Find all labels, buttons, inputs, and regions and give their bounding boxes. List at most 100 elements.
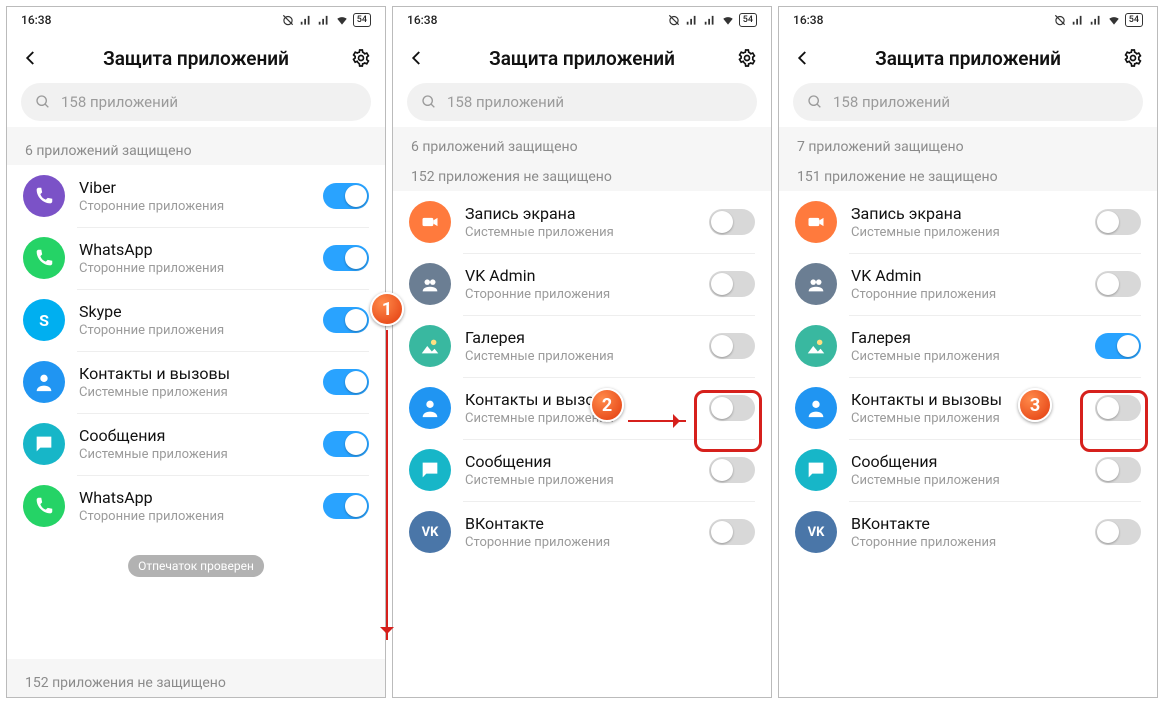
page-title: Защита приложений — [51, 47, 341, 70]
app-name: Skype — [79, 302, 309, 321]
contacts-icon — [795, 387, 837, 429]
battery-icon: 54 — [353, 13, 371, 27]
toggle-whatsapp[interactable] — [323, 245, 369, 271]
app-row-screenrec[interactable]: Запись экрана Системные приложения — [393, 191, 771, 253]
wifi-icon — [1107, 13, 1121, 27]
arrow-right — [628, 420, 686, 422]
toggle-screenrec[interactable] — [1095, 209, 1141, 235]
app-list[interactable]: Viber Сторонние приложения WhatsApp Стор… — [7, 165, 385, 659]
app-name: Галерея — [465, 328, 695, 347]
wifi-icon — [721, 13, 735, 27]
app-category: Сторонние приложения — [79, 323, 309, 338]
search-placeholder: 158 приложений — [447, 93, 564, 111]
toggle-viber[interactable] — [323, 183, 369, 209]
whatsapp-icon — [23, 485, 65, 527]
wifi-icon — [335, 13, 349, 27]
app-name: Галерея — [851, 328, 1081, 347]
app-category: Системные приложения — [465, 225, 695, 240]
app-category: Сторонние приложения — [465, 287, 695, 302]
search-input[interactable]: 158 приложений — [793, 83, 1143, 121]
app-category: Сторонние приложения — [851, 287, 1081, 302]
vkadmin-icon — [409, 263, 451, 305]
status-bar: 16:38 54 — [7, 7, 385, 33]
app-row-contacts[interactable]: Контакты и вызовы Системные приложения — [7, 351, 385, 413]
app-name: VK Admin — [465, 266, 695, 285]
settings-button[interactable] — [347, 48, 375, 68]
section-protected: 6 приложений защищено — [7, 127, 385, 165]
camera-icon — [409, 201, 451, 243]
toggle-vk[interactable] — [1095, 519, 1141, 545]
back-button[interactable] — [789, 49, 817, 67]
alarm-off-icon — [1053, 13, 1067, 27]
toggle-gallery[interactable] — [709, 333, 755, 359]
vk-icon: VK — [409, 511, 451, 553]
toggle-messages[interactable] — [323, 431, 369, 457]
page-title: Защита приложений — [823, 47, 1113, 70]
toggle-messages[interactable] — [1095, 457, 1141, 483]
toggle-messages[interactable] — [709, 457, 755, 483]
screen-2: 16:38 54 Защита приложений 158 приложени… — [392, 6, 772, 698]
gear-icon — [737, 48, 757, 68]
search-input[interactable]: 158 приложений — [21, 83, 371, 121]
settings-button[interactable] — [733, 48, 761, 68]
app-name: VK Admin — [851, 266, 1081, 285]
app-category: Сторонние приложения — [851, 535, 1081, 550]
app-row-screenrec[interactable]: Запись экрана Системные приложения — [779, 191, 1157, 253]
gear-icon — [1123, 48, 1143, 68]
search-placeholder: 158 приложений — [833, 93, 950, 111]
step-badge-2: 2 — [590, 388, 624, 422]
app-category: Сторонние приложения — [79, 261, 309, 276]
app-name: ВКонтакте — [465, 514, 695, 533]
section-unprotected: 152 приложения не защищено — [7, 659, 385, 697]
app-name: WhatsApp — [79, 488, 309, 507]
signal-icon — [299, 13, 313, 27]
toggle-skype[interactable] — [323, 307, 369, 333]
screen-3: 16:38 54 Защита приложений 158 приложени… — [778, 6, 1158, 698]
toggle-whatsapp-2[interactable] — [323, 493, 369, 519]
contacts-icon — [23, 361, 65, 403]
step-badge-3: 3 — [1018, 388, 1052, 422]
app-row-whatsapp[interactable]: WhatsApp Сторонние приложения — [7, 227, 385, 289]
toggle-gallery[interactable] — [1095, 333, 1141, 359]
toggle-screenrec[interactable] — [709, 209, 755, 235]
header: Защита приложений — [7, 33, 385, 83]
header: Защита приложений — [393, 33, 771, 83]
gallery-icon — [409, 325, 451, 367]
arrow-down — [386, 330, 388, 640]
toggle-vk[interactable] — [709, 519, 755, 545]
app-row-gallery[interactable]: Галерея Системные приложения — [779, 315, 1157, 377]
back-button[interactable] — [403, 49, 431, 67]
screen-1: 16:38 54 Защита приложений 158 приложени… — [6, 6, 386, 698]
highlight-toggle-3 — [1080, 390, 1148, 452]
messages-icon — [795, 449, 837, 491]
back-button[interactable] — [17, 49, 45, 67]
toggle-contacts[interactable] — [323, 369, 369, 395]
signal-icon — [1089, 13, 1103, 27]
section-protected: 7 приложений защищено — [779, 127, 1157, 159]
app-row-messages[interactable]: Сообщения Системные приложения — [7, 413, 385, 475]
app-row-whatsapp-2[interactable]: WhatsApp Сторонние приложения — [7, 475, 385, 537]
app-name: ВКонтакте — [851, 514, 1081, 533]
app-row-vkadmin[interactable]: VK Admin Сторонние приложения — [393, 253, 771, 315]
app-row-vk[interactable]: VK ВКонтакте Сторонние приложения — [779, 501, 1157, 563]
app-name: Viber — [79, 178, 309, 197]
app-row-skype[interactable]: S Skype Сторонние приложения — [7, 289, 385, 351]
camera-icon — [795, 201, 837, 243]
settings-button[interactable] — [1119, 48, 1147, 68]
app-category: Системные приложения — [465, 349, 695, 364]
app-row-vk[interactable]: VK ВКонтакте Сторонние приложения — [393, 501, 771, 563]
search-input[interactable]: 158 приложений — [407, 83, 757, 121]
signal-icon — [703, 13, 717, 27]
app-row-vkadmin[interactable]: VK Admin Сторонние приложения — [779, 253, 1157, 315]
app-name: Запись экрана — [851, 204, 1081, 223]
app-category: Системные приложения — [851, 473, 1081, 488]
alarm-off-icon — [667, 13, 681, 27]
toggle-vkadmin[interactable] — [709, 271, 755, 297]
section-protected: 6 приложений защищено — [393, 127, 771, 159]
alarm-off-icon — [281, 13, 295, 27]
whatsapp-icon — [23, 237, 65, 279]
messages-icon — [23, 423, 65, 465]
app-row-viber[interactable]: Viber Сторонние приложения — [7, 165, 385, 227]
app-row-gallery[interactable]: Галерея Системные приложения — [393, 315, 771, 377]
toggle-vkadmin[interactable] — [1095, 271, 1141, 297]
